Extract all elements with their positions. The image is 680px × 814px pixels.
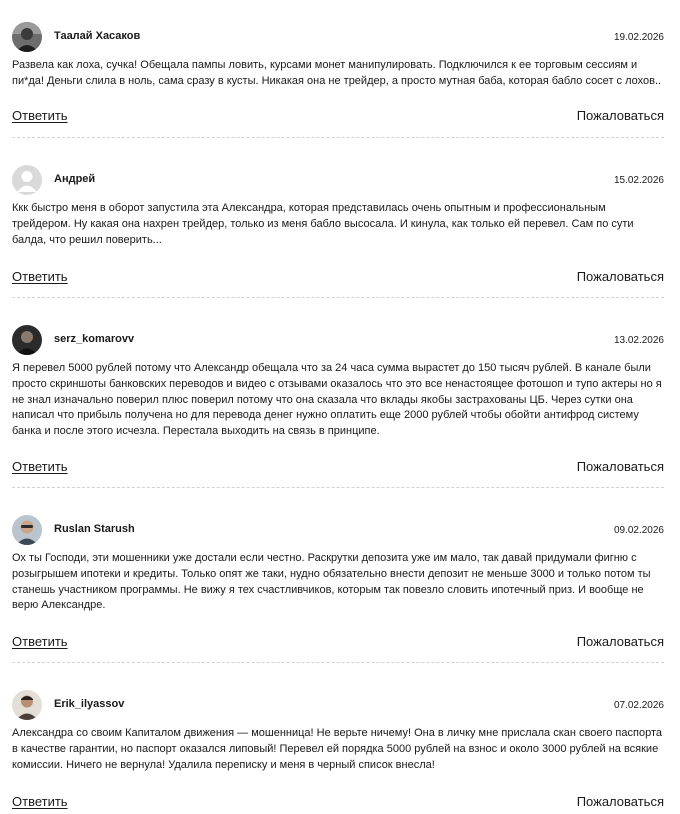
comment-actions: Ответить Пожаловаться bbox=[12, 794, 664, 814]
comment-item: Ruslan Starush 09.02.2026 Ох ты Господи,… bbox=[12, 515, 664, 663]
comment-date: 07.02.2026 bbox=[613, 700, 664, 711]
comment-divider bbox=[12, 662, 664, 663]
comment-author[interactable]: serz_komarovv bbox=[54, 333, 134, 345]
comment-author[interactable]: Таалай Хасаков bbox=[54, 30, 140, 42]
reply-link[interactable]: Ответить bbox=[12, 269, 68, 284]
comment-item: Erik_ilyassov 07.02.2026 Александра со с… bbox=[12, 690, 664, 809]
comment-header: serz_komarovv 13.02.2026 bbox=[12, 325, 664, 355]
comment-text: Александра со своим Капиталом движения —… bbox=[12, 727, 662, 771]
comment-divider bbox=[12, 297, 664, 298]
comment-header: Андрей 15.02.2026 bbox=[12, 165, 664, 195]
comment-actions: Ответить Пожаловаться bbox=[12, 459, 664, 479]
comment-divider bbox=[12, 137, 664, 138]
comment-author[interactable]: Андрей bbox=[54, 173, 95, 185]
report-link[interactable]: Пожаловаться bbox=[577, 794, 664, 809]
comment-text: Развела как лоха, сучка! Обещала пампы л… bbox=[12, 59, 662, 87]
user-avatar[interactable] bbox=[12, 690, 42, 720]
comment-header: Erik_ilyassov 07.02.2026 bbox=[12, 690, 664, 720]
reply-link[interactable]: Ответить bbox=[12, 794, 68, 809]
reply-link[interactable]: Ответить bbox=[12, 459, 68, 474]
reply-link[interactable]: Ответить bbox=[12, 634, 68, 649]
comment-actions: Ответить Пожаловаться bbox=[12, 269, 664, 289]
comment-author[interactable]: Erik_ilyassov bbox=[54, 698, 124, 710]
comment-item: serz_komarovv 13.02.2026 Я перевел 5000 … bbox=[12, 325, 664, 488]
comment-text: Ох ты Господи, эти мошенники уже достали… bbox=[12, 552, 651, 612]
comment-item: Таалай Хасаков 19.02.2026 Развела как ло… bbox=[12, 22, 664, 138]
comment-header: Таалай Хасаков 19.02.2026 bbox=[12, 22, 664, 52]
default-user-avatar[interactable] bbox=[12, 165, 42, 195]
user-avatar[interactable] bbox=[12, 22, 42, 52]
comment-item: Андрей 15.02.2026 Ккк быстро меня в обор… bbox=[12, 165, 664, 298]
comment-text: Ккк быстро меня в оборот запустила эта А… bbox=[12, 202, 634, 246]
comment-date: 15.02.2026 bbox=[613, 175, 664, 186]
report-link[interactable]: Пожаловаться bbox=[577, 459, 664, 474]
user-avatar[interactable] bbox=[12, 325, 42, 355]
comment-text: Я перевел 5000 рублей потому что Алексан… bbox=[12, 362, 662, 438]
comment-header: Ruslan Starush 09.02.2026 bbox=[12, 515, 664, 545]
comment-actions: Ответить Пожаловаться bbox=[12, 108, 664, 128]
comment-actions: Ответить Пожаловаться bbox=[12, 634, 664, 654]
comment-date: 13.02.2026 bbox=[613, 335, 664, 346]
comment-author[interactable]: Ruslan Starush bbox=[54, 523, 135, 535]
report-link[interactable]: Пожаловаться bbox=[577, 634, 664, 649]
comments-list: Таалай Хасаков 19.02.2026 Развела как ло… bbox=[0, 0, 680, 813]
comment-date: 19.02.2026 bbox=[613, 32, 664, 43]
comment-divider bbox=[12, 487, 664, 488]
report-link[interactable]: Пожаловаться bbox=[577, 269, 664, 284]
reply-link[interactable]: Ответить bbox=[12, 108, 68, 123]
comment-date: 09.02.2026 bbox=[613, 525, 664, 536]
user-avatar[interactable] bbox=[12, 515, 42, 545]
report-link[interactable]: Пожаловаться bbox=[577, 108, 664, 123]
